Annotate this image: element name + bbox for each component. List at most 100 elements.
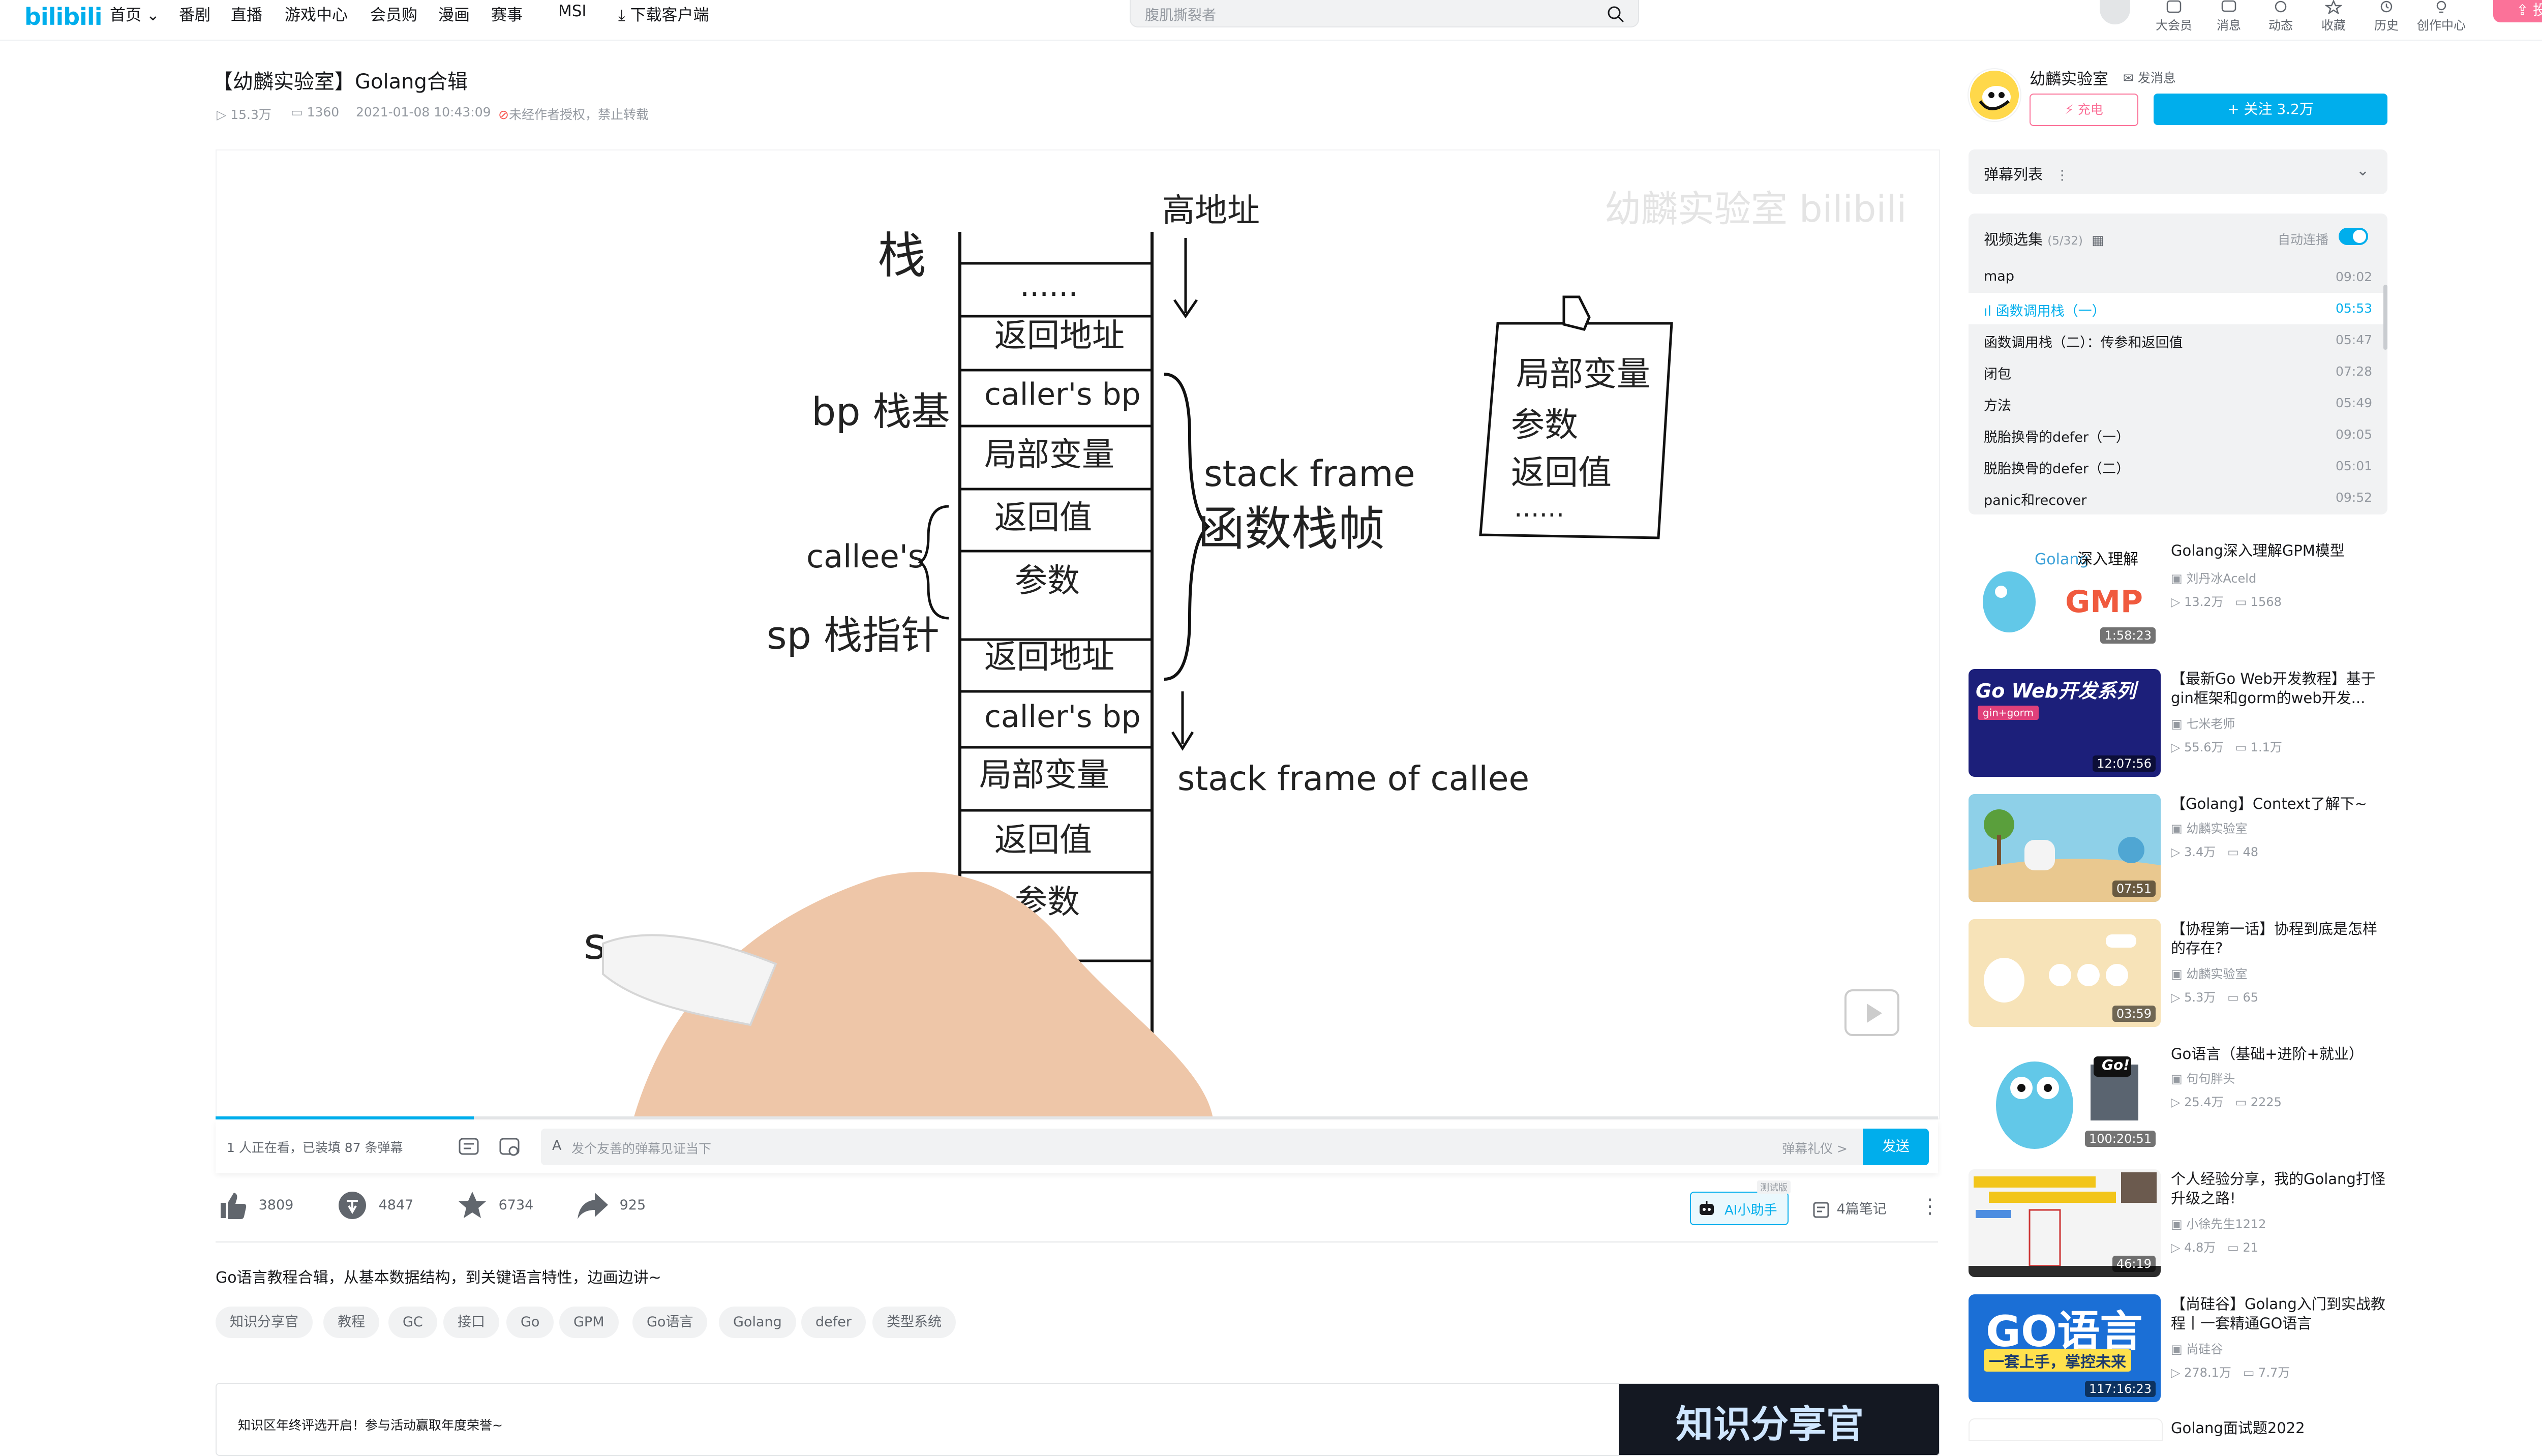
episode-item[interactable]: 闭包 07:28 bbox=[1969, 356, 2387, 387]
tag-golang[interactable]: Golang bbox=[719, 1307, 796, 1338]
nav-live[interactable]: 直播 bbox=[231, 2, 262, 25]
tag-interface[interactable]: 接口 bbox=[443, 1307, 499, 1338]
danmaku-input[interactable]: A 发个友善的弹幕见证当下 弹幕礼仪 > bbox=[541, 1129, 1863, 1165]
more-options-icon[interactable]: ⋮ bbox=[1920, 1195, 1940, 1218]
like-button[interactable]: 3809 bbox=[217, 1190, 293, 1221]
nav-member-shop[interactable]: 会员购 bbox=[370, 2, 417, 25]
tag-gpm[interactable]: GPM bbox=[559, 1307, 619, 1338]
tag-type-system[interactable]: 类型系统 bbox=[872, 1307, 956, 1338]
header-dynamic[interactable]: 动态 bbox=[2260, 0, 2301, 33]
episode-item[interactable]: 方法 05:49 bbox=[1969, 387, 2387, 419]
video-player[interactable]: 幼麟实验室 bilibili ...... 返回地址 caller's bp 局… bbox=[216, 149, 1940, 1119]
episode-item[interactable]: panic和recover 09:52 bbox=[1969, 482, 2387, 513]
rec-uploader[interactable]: ▣ 句句胖头 bbox=[2171, 1069, 2235, 1086]
tag-tutorial[interactable]: 教程 bbox=[323, 1307, 379, 1338]
rec-uploader[interactable]: ▣ 刘丹冰Aceld bbox=[2171, 568, 2256, 586]
recommended-video[interactable]: Golang面试题2022 bbox=[1969, 1418, 2389, 1441]
ai-assistant-button[interactable]: AI小助手 bbox=[1690, 1192, 1789, 1225]
header-vip[interactable]: 大会员 bbox=[2154, 0, 2194, 33]
video-thumbnail[interactable]: 07:51 bbox=[1969, 794, 2161, 902]
nav-msi[interactable]: MSI bbox=[558, 2, 587, 20]
tag-knowledge-sharer[interactable]: 知识分享官 bbox=[216, 1307, 313, 1338]
up-icon: ▣ bbox=[2171, 822, 2183, 836]
video-thumbnail[interactable]: Golang 深入理解 GMP 1:58:23 bbox=[1969, 541, 2161, 649]
episode-item[interactable]: map 09:02 bbox=[1969, 261, 2387, 293]
uploader-name[interactable]: 幼麟实验室 bbox=[2030, 66, 2108, 89]
video-thumbnail[interactable]: 03:59 bbox=[1969, 919, 2161, 1027]
header-messages[interactable]: 消息 bbox=[2208, 0, 2249, 33]
send-danmaku-button[interactable]: 发送 bbox=[1863, 1129, 1929, 1165]
episode-item-active[interactable]: ıl 函数调用栈（一） 05:53 bbox=[1969, 293, 2387, 324]
notes-button[interactable]: 4篇笔记 bbox=[1812, 1198, 1887, 1220]
nav-game-center[interactable]: 游戏中心 bbox=[285, 2, 348, 25]
search-input[interactable]: 腹肌撕裂者 bbox=[1145, 4, 1216, 24]
rec-title[interactable]: 【Golang】Context了解下~ bbox=[2171, 794, 2389, 813]
upload-button[interactable]: ⇪ 投稿 bbox=[2493, 0, 2542, 22]
danmaku-etiquette-link[interactable]: 弹幕礼仪 > bbox=[1782, 1139, 1848, 1157]
rec-title[interactable]: Golang深入理解GPM模型 bbox=[2171, 541, 2389, 560]
share-button[interactable]: 925 bbox=[576, 1190, 646, 1221]
tag-go-lang-cn[interactable]: Go语言 bbox=[632, 1307, 708, 1338]
episode-item[interactable]: 脱胎换骨的defer（二） 05:01 bbox=[1969, 450, 2387, 482]
star-icon bbox=[459, 1192, 486, 1218]
nav-matches[interactable]: 赛事 bbox=[491, 2, 523, 25]
video-thumbnail[interactable] bbox=[1969, 1418, 2163, 1441]
video-thumbnail[interactable]: 46:19 bbox=[1969, 1169, 2161, 1277]
playlist-scrollbar[interactable] bbox=[2383, 285, 2387, 350]
chevron-down-icon[interactable]: ⌄ bbox=[2356, 162, 2369, 179]
rec-uploader[interactable]: ▣ 小徐先生1212 bbox=[2171, 1214, 2266, 1232]
recommended-video[interactable]: GO语言 一套上手，掌控未来 117:16:23 【尚硅谷】Golang入门到实… bbox=[1969, 1294, 2387, 1402]
text-style-icon[interactable]: A bbox=[552, 1138, 561, 1154]
play-icon: ▷ bbox=[2171, 1366, 2181, 1380]
rec-uploader[interactable]: ▣ 幼麟实验室 bbox=[2171, 964, 2247, 982]
send-message-link[interactable]: ✉ 发消息 bbox=[2123, 68, 2176, 86]
episode-item[interactable]: 脱胎换骨的defer（一） 09:05 bbox=[1969, 419, 2387, 450]
danmaku-settings-icon[interactable] bbox=[497, 1135, 522, 1159]
rec-title[interactable]: 个人经验分享，我的Golang打怪升级之路! bbox=[2171, 1169, 2389, 1208]
danmaku-toggle-icon[interactable] bbox=[457, 1135, 481, 1159]
video-thumbnail[interactable]: Go! 100:20:51 bbox=[1969, 1044, 2161, 1152]
rec-uploader[interactable]: ▣ 幼麟实验室 bbox=[2171, 818, 2247, 836]
search-icon[interactable] bbox=[1606, 4, 1626, 24]
follow-button[interactable]: + 关注 3.2万 bbox=[2154, 94, 2387, 125]
header-history[interactable]: 历史 bbox=[2366, 0, 2407, 33]
favorite-button[interactable]: 6734 bbox=[457, 1190, 533, 1221]
recommended-video[interactable]: Golang 深入理解 GMP 1:58:23 Golang深入理解GPM模型 ▣ … bbox=[1969, 541, 2387, 649]
rec-title[interactable]: Golang面试题2022 bbox=[2171, 1418, 2389, 1438]
nav-comics[interactable]: 漫画 bbox=[438, 2, 470, 25]
grid-icon[interactable]: ▦ bbox=[2092, 233, 2104, 248]
tag-go[interactable]: Go bbox=[506, 1307, 554, 1338]
rec-uploader[interactable]: ▣ 尚硅谷 bbox=[2171, 1339, 2223, 1357]
episode-item[interactable]: 函数调用栈（二）：传参和返回值 05:47 bbox=[1969, 324, 2387, 356]
rec-uploader[interactable]: ▣ 七米老师 bbox=[2171, 714, 2235, 732]
rec-title[interactable]: Go语言（基础+进阶+就业） bbox=[2171, 1044, 2389, 1064]
rec-title[interactable]: 【协程第一话】协程到底是怎样的存在? bbox=[2171, 919, 2389, 958]
nav-home[interactable]: 首页 ⌄ bbox=[110, 2, 160, 25]
recommended-video[interactable]: Go Web开发系列 gin+gorm 12:07:56 【最新Go Web开发… bbox=[1969, 669, 2387, 777]
bilibili-logo[interactable]: bilibili bbox=[24, 3, 102, 31]
uploader-avatar[interactable] bbox=[1969, 69, 2020, 121]
tag-defer[interactable]: defer bbox=[801, 1307, 866, 1338]
progress-track[interactable] bbox=[216, 1116, 1938, 1119]
recommended-video[interactable]: 03:59 【协程第一话】协程到底是怎样的存在? ▣ 幼麟实验室 ▷ 5.3万 … bbox=[1969, 919, 2387, 1027]
recommended-video[interactable]: Go! 100:20:51 Go语言（基础+进阶+就业） ▣ 句句胖头 ▷ 25… bbox=[1969, 1044, 2387, 1152]
autoplay-toggle[interactable] bbox=[2339, 228, 2368, 245]
danmaku-list-panel[interactable]: 弹幕列表 ⋮ ⌄ bbox=[1969, 149, 2387, 194]
header-favorites[interactable]: 收藏 bbox=[2313, 0, 2354, 33]
event-banner[interactable]: 知识区年终评选开启！参与活动赢取年度荣誉~ 知识分享官 bbox=[216, 1383, 1940, 1456]
star-icon bbox=[2325, 0, 2342, 14]
charge-button[interactable]: ⚡ 充电 bbox=[2030, 94, 2138, 126]
coin-button[interactable]: 4847 bbox=[337, 1190, 413, 1221]
danmaku-icon: ▭ bbox=[291, 105, 303, 119]
recommended-video[interactable]: 46:19 个人经验分享，我的Golang打怪升级之路! ▣ 小徐先生1212 … bbox=[1969, 1169, 2387, 1277]
tag-gc[interactable]: GC bbox=[388, 1307, 437, 1338]
video-thumbnail[interactable]: Go Web开发系列 gin+gorm 12:07:56 bbox=[1969, 669, 2161, 777]
search-box[interactable]: 腹肌撕裂者 bbox=[1130, 0, 1639, 27]
rec-title[interactable]: 【尚硅谷】Golang入门到实战教程丨一套精通GO语言 bbox=[2171, 1294, 2389, 1333]
recommended-video[interactable]: 07:51 【Golang】Context了解下~ ▣ 幼麟实验室 ▷ 3.4万… bbox=[1969, 794, 2387, 902]
nav-download-client[interactable]: ⤓ 下载客户端 bbox=[618, 2, 709, 25]
rec-title[interactable]: 【最新Go Web开发教程】基于gin框架和gorm的web开发... bbox=[2171, 669, 2389, 708]
header-creator-center[interactable]: 创作中心 bbox=[2416, 0, 2467, 33]
nav-anime[interactable]: 番剧 bbox=[179, 2, 210, 25]
video-thumbnail[interactable]: GO语言 一套上手，掌控未来 117:16:23 bbox=[1969, 1294, 2161, 1402]
